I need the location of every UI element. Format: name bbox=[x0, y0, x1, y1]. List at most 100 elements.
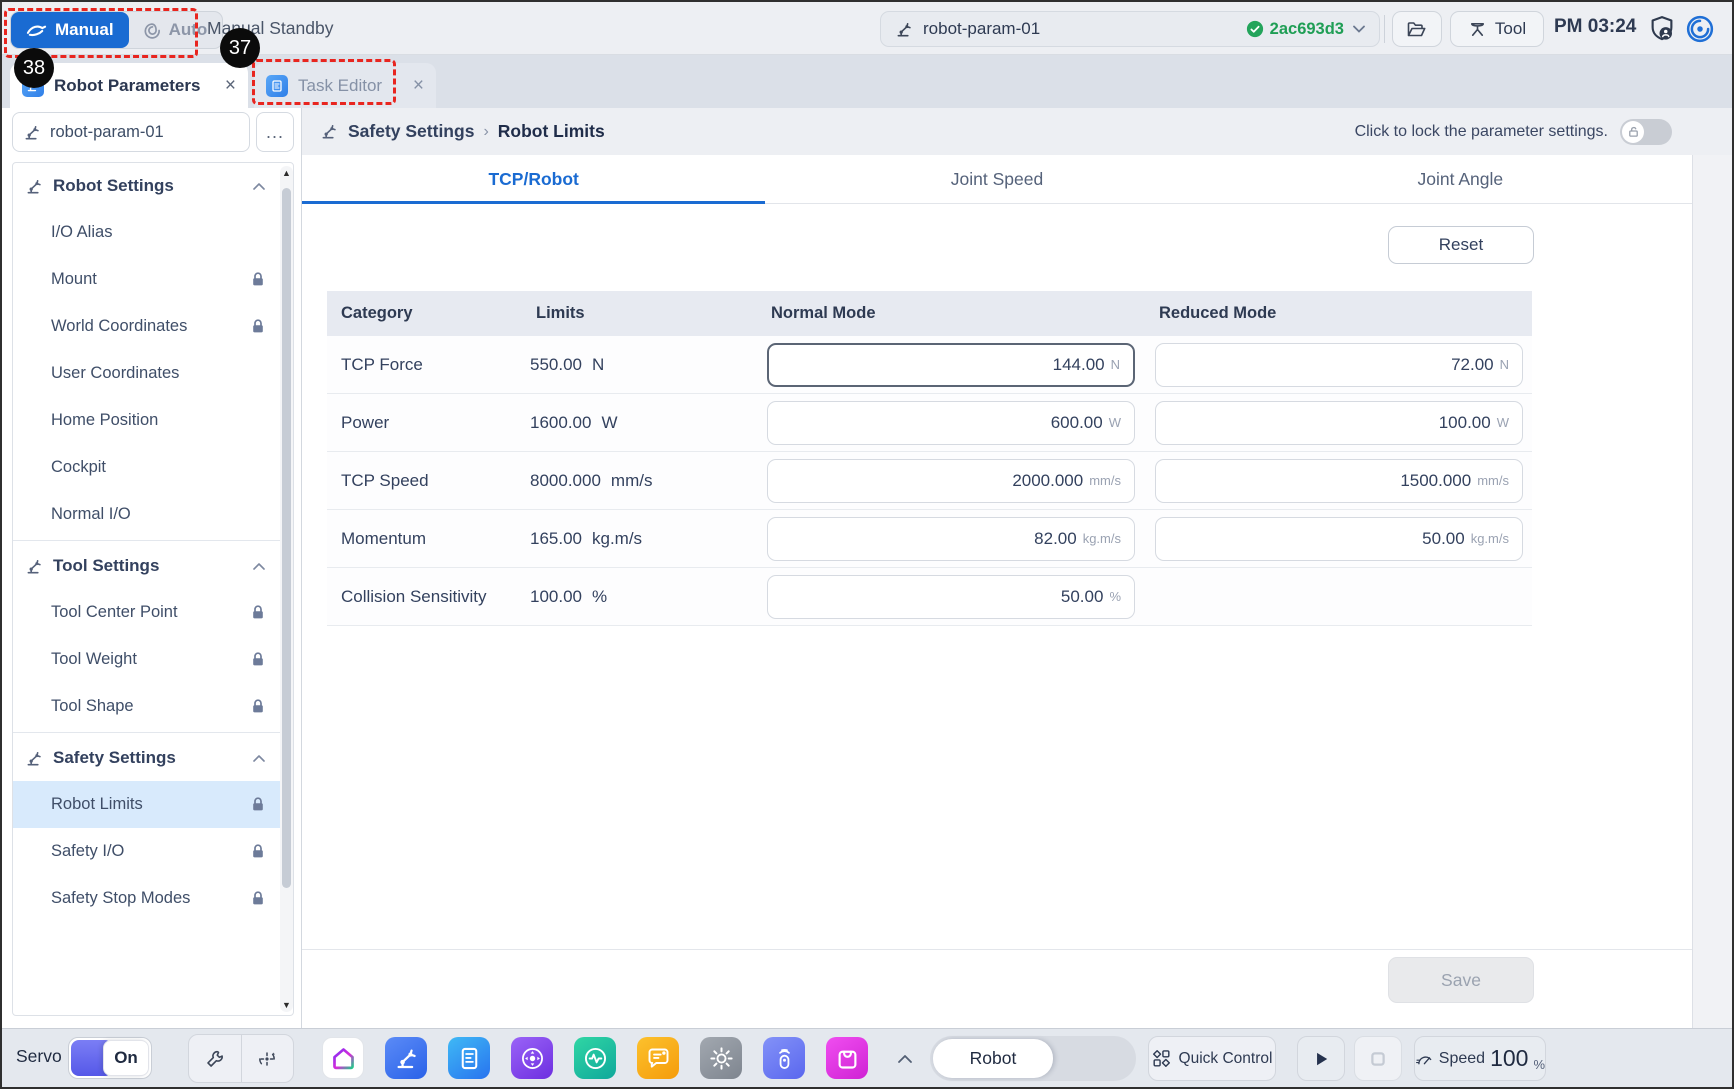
servo-toggle[interactable]: On bbox=[68, 1037, 152, 1079]
auto-icon bbox=[144, 22, 161, 39]
sidebar-item-safety-i-o[interactable]: Safety I/O bbox=[13, 828, 293, 875]
sidebar-scrollbar[interactable]: ▲ ▼ bbox=[280, 166, 293, 1012]
annotation-badge-38: 38 bbox=[14, 48, 54, 88]
reduced-mode-input[interactable]: 72.00N bbox=[1155, 343, 1523, 387]
sidebar-item-safety-stop-modes[interactable]: Safety Stop Modes bbox=[13, 875, 293, 922]
table-row-momentum: Momentum165.00kg.m/s82.00kg.m/s50.00kg.m… bbox=[327, 510, 1532, 568]
breadcrumb-parent[interactable]: Safety Settings bbox=[348, 121, 474, 142]
table-header: Category Limits Normal Mode Reduced Mode bbox=[327, 291, 1532, 336]
play-icon bbox=[1312, 1050, 1330, 1068]
parameter-file-select[interactable]: robot-param-01 2ac693d3 bbox=[880, 11, 1380, 47]
folder-open-icon bbox=[1406, 20, 1428, 38]
save-button[interactable]: Save bbox=[1388, 957, 1534, 1003]
chevron-down-icon[interactable] bbox=[1353, 25, 1365, 33]
section-tool-settings[interactable]: Tool Settings bbox=[13, 543, 293, 589]
normal-mode-input[interactable]: 144.00N bbox=[767, 343, 1135, 387]
lock-icon bbox=[251, 843, 265, 860]
breadcrumb-current: Robot Limits bbox=[498, 121, 605, 142]
robot-sim-toggle[interactable]: Robot bbox=[930, 1036, 1136, 1081]
normal-mode-input[interactable]: 82.00kg.m/s bbox=[767, 517, 1135, 561]
tool-button[interactable]: Tool bbox=[1450, 11, 1544, 47]
chevron-up-icon bbox=[253, 755, 265, 762]
reduced-mode-input[interactable]: 100.00W bbox=[1155, 401, 1523, 445]
app-icon-status-monitor[interactable] bbox=[574, 1037, 616, 1079]
reset-button[interactable]: Reset bbox=[1388, 226, 1534, 264]
lock-icon bbox=[251, 604, 265, 621]
tab-joint-speed[interactable]: Joint Speed bbox=[765, 155, 1228, 203]
wrench-button[interactable] bbox=[189, 1035, 242, 1082]
section-safety-settings[interactable]: Safety Settings bbox=[13, 735, 293, 781]
unlock-icon bbox=[1627, 125, 1640, 138]
parameter-lock-toggle[interactable] bbox=[1620, 119, 1672, 145]
divider bbox=[1384, 15, 1385, 43]
section-robot-settings[interactable]: Robot Settings bbox=[13, 163, 293, 209]
lock-icon bbox=[251, 318, 265, 335]
normal-mode-input[interactable]: 2000.000mm/s bbox=[767, 459, 1135, 503]
open-file-button[interactable] bbox=[1392, 11, 1442, 47]
normal-mode-cell: 82.00kg.m/s bbox=[757, 517, 1145, 561]
close-tab-icon[interactable]: × bbox=[225, 76, 236, 95]
tab-joint-angle[interactable]: Joint Angle bbox=[1229, 155, 1692, 203]
limit-cell: 550.00N bbox=[522, 355, 757, 375]
servo-label: Servo bbox=[16, 1046, 62, 1067]
parameter-hash: 2ac693d3 bbox=[1246, 20, 1344, 39]
check-icon bbox=[1246, 20, 1264, 38]
app-icon-store[interactable] bbox=[826, 1037, 868, 1079]
sidebar-item-tool-center-point[interactable]: Tool Center Point bbox=[13, 589, 293, 636]
power-spiral-icon[interactable] bbox=[1685, 14, 1715, 44]
task-editor-icon bbox=[266, 75, 288, 97]
normal-mode-input[interactable]: 600.00W bbox=[767, 401, 1135, 445]
sidebar-param-name-field[interactable]: robot-param-01 bbox=[12, 112, 250, 152]
col-reduced-mode: Reduced Mode bbox=[1145, 304, 1532, 323]
scroll-down-icon[interactable]: ▼ bbox=[280, 1000, 293, 1010]
reduced-mode-cell: 72.00N bbox=[1145, 343, 1532, 387]
sidebar-item-mount[interactable]: Mount bbox=[13, 256, 293, 303]
sidebar-item-cockpit[interactable]: Cockpit bbox=[13, 444, 293, 491]
collapse-dock-button[interactable] bbox=[890, 1047, 920, 1071]
tab-tcp-robot[interactable]: TCP/Robot bbox=[302, 155, 765, 203]
chevron-up-icon bbox=[897, 1054, 913, 1064]
close-tab-icon[interactable]: × bbox=[413, 76, 424, 95]
tab-task-editor[interactable]: Task Editor × bbox=[254, 63, 436, 108]
chevron-up-icon bbox=[253, 183, 265, 190]
col-normal-mode: Normal Mode bbox=[757, 304, 1145, 323]
sidebar-item-tool-weight[interactable]: Tool Weight bbox=[13, 636, 293, 683]
servo-state: On bbox=[103, 1040, 149, 1076]
sidebar-item-user-coordinates[interactable]: User Coordinates bbox=[13, 350, 293, 397]
play-button[interactable] bbox=[1297, 1036, 1345, 1081]
app-icon-robot[interactable] bbox=[385, 1037, 427, 1079]
reduced-mode-input[interactable]: 50.00kg.m/s bbox=[1155, 517, 1523, 561]
limit-cell: 165.00kg.m/s bbox=[522, 529, 757, 549]
stop-button[interactable] bbox=[1354, 1036, 1402, 1081]
sidebar-item-normal-i-o[interactable]: Normal I/O bbox=[13, 491, 293, 538]
shield-user-icon[interactable] bbox=[1647, 14, 1677, 44]
normal-mode-cell: 50.00% bbox=[757, 575, 1145, 619]
limits-table-body: TCP Force550.00N144.00N72.00NPower1600.0… bbox=[327, 336, 1532, 626]
scrollbar-thumb[interactable] bbox=[282, 188, 291, 888]
sidebar-item-home-position[interactable]: Home Position bbox=[13, 397, 293, 444]
app-icon-settings[interactable] bbox=[700, 1037, 742, 1079]
more-options-button[interactable]: ... bbox=[256, 112, 294, 152]
normal-mode-cell: 144.00N bbox=[757, 343, 1145, 387]
manual-mode-button[interactable]: Manual bbox=[11, 12, 129, 48]
app-icon-message[interactable] bbox=[637, 1037, 679, 1079]
chevron-up-icon bbox=[253, 563, 265, 570]
scroll-up-icon[interactable]: ▲ bbox=[280, 168, 293, 178]
reduced-mode-input[interactable]: 1500.000mm/s bbox=[1155, 459, 1523, 503]
sidebar: robot-param-01 ... Robot SettingsI/O Ali… bbox=[2, 108, 302, 1028]
sidebar-item-world-coordinates[interactable]: World Coordinates bbox=[13, 303, 293, 350]
sidebar-item-i-o-alias[interactable]: I/O Alias bbox=[13, 209, 293, 256]
app-icon-home[interactable] bbox=[322, 1037, 364, 1079]
lock-icon bbox=[251, 890, 265, 907]
app-icon-remote-control[interactable] bbox=[763, 1037, 805, 1079]
sidebar-item-tool-shape[interactable]: Tool Shape bbox=[13, 683, 293, 730]
category-cell: TCP Speed bbox=[327, 471, 522, 491]
sidebar-nav: Robot SettingsI/O AliasMountWorld Coordi… bbox=[12, 162, 294, 1016]
quick-control-button[interactable]: Quick Control bbox=[1148, 1036, 1276, 1081]
app-icon-task-editor[interactable] bbox=[448, 1037, 490, 1079]
align-rotate-button[interactable] bbox=[242, 1035, 294, 1082]
normal-mode-input[interactable]: 50.00% bbox=[767, 575, 1135, 619]
sidebar-item-robot-limits[interactable]: Robot Limits bbox=[13, 781, 293, 828]
speed-button[interactable]: Speed 100 % bbox=[1414, 1036, 1546, 1081]
app-icon-jog[interactable] bbox=[511, 1037, 553, 1079]
